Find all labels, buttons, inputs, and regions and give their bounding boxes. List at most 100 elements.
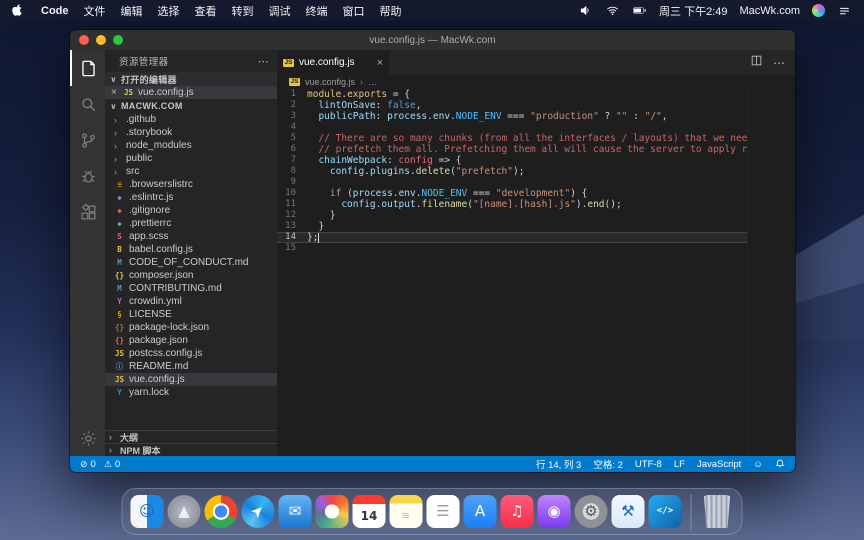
wifi-icon[interactable]	[605, 4, 620, 17]
dock-notes-icon[interactable]: ≡	[390, 495, 423, 528]
tab-close-icon[interactable]: ×	[377, 57, 383, 69]
dock-launchpad-icon[interactable]: ▲	[168, 495, 201, 528]
file-CONTRIBUTING.md[interactable]: MCONTRIBUTING.md	[105, 282, 277, 295]
siri-icon[interactable]	[812, 4, 825, 17]
menu-item[interactable]: 选择	[158, 3, 180, 19]
dock-safari-icon[interactable]: ➤	[242, 495, 275, 528]
file-postcss.config.js[interactable]: JS postcss.config.js	[105, 347, 277, 360]
menu-item[interactable]: 帮助	[380, 3, 402, 19]
menu-item[interactable]: 编辑	[121, 3, 143, 19]
file-babel.config.js[interactable]: Bbabel.config.js	[105, 243, 277, 256]
menu-item[interactable]: 调试	[269, 3, 291, 19]
errors-indicator[interactable]: ⊘ 0	[80, 459, 96, 470]
dock-app-store-icon[interactable]: A	[464, 495, 497, 528]
open-editors-header[interactable]: ∨ 打开的编辑器	[105, 72, 277, 86]
breadcrumb-more[interactable]: …	[368, 77, 377, 87]
menu-app-name[interactable]: Code	[41, 5, 69, 17]
notification-center-icon[interactable]	[837, 4, 852, 17]
eol-setting[interactable]: LF	[674, 459, 685, 470]
folder-public[interactable]: ›public	[105, 152, 277, 165]
code-editor[interactable]: 1module.exports = {2 lintOnSave: false,3…	[277, 89, 795, 254]
zoom-window-button[interactable]	[113, 35, 123, 45]
dock-system-preferences-icon[interactable]: ⚙	[575, 495, 608, 528]
minimap[interactable]	[747, 91, 795, 456]
file-LICENSE[interactable]: §LICENSE	[105, 308, 277, 321]
file-.gitignore[interactable]: ◆.gitignore	[105, 204, 277, 217]
folder-src[interactable]: ›src	[105, 165, 277, 178]
file-name: LICENSE	[129, 309, 172, 320]
file-vue.config.js[interactable]: JSvue.config.js	[105, 373, 277, 386]
menu-item[interactable]: 转到	[232, 3, 254, 19]
dock-mail-icon[interactable]: ✉	[279, 495, 312, 528]
close-window-button[interactable]	[79, 35, 89, 45]
open-editor-item[interactable]: ×JSvue.config.js	[105, 86, 277, 99]
dock-chrome-icon[interactable]	[205, 495, 238, 528]
menubar-clock[interactable]: 周三 下午2:49	[659, 3, 727, 19]
file-CODE_OF_CONDUCT.md[interactable]: MCODE_OF_CONDUCT.md	[105, 256, 277, 269]
sidebar-more-icon[interactable]: ⋯	[258, 55, 269, 68]
battery-icon[interactable]	[632, 4, 647, 17]
search-icon[interactable]	[70, 86, 105, 122]
file-.browserslistrc[interactable]: ≡.browserslistrc	[105, 178, 277, 191]
dock-calendar-icon[interactable]: 14	[353, 495, 386, 528]
window-titlebar[interactable]: vue.config.js — MacWk.com	[70, 30, 795, 50]
source-control-icon[interactable]	[70, 122, 105, 158]
line-number: 1	[277, 89, 307, 100]
warnings-indicator[interactable]: ⚠ 0	[104, 459, 120, 470]
explorer-icon[interactable]	[70, 50, 105, 86]
feedback-icon[interactable]: ☺	[753, 459, 763, 470]
volume-icon[interactable]	[578, 4, 593, 17]
menu-bar: Code 文件编辑选择查看转到调试终端窗口帮助 周三 下午2:49 MacWk.…	[0, 0, 864, 21]
menu-item[interactable]: 终端	[306, 3, 328, 19]
workspace-header[interactable]: ∨ MACWK.COM	[105, 99, 277, 113]
folder-node_modules[interactable]: ›node_modules	[105, 139, 277, 152]
file-app.scss[interactable]: Sapp.scss	[105, 230, 277, 243]
menu-item[interactable]: 窗口	[343, 3, 365, 19]
dock-photos-icon[interactable]	[316, 495, 349, 528]
code-line-6: 6 // prefetch them all. Prefetching them…	[277, 144, 795, 155]
encoding-setting[interactable]: UTF-8	[635, 459, 662, 470]
file-name: postcss.config.js	[129, 348, 202, 359]
line-number: 10	[277, 188, 307, 199]
extensions-icon[interactable]	[70, 194, 105, 230]
language-mode[interactable]: JavaScript	[697, 459, 741, 470]
notifications-bell-icon[interactable]	[775, 458, 785, 471]
apple-menu-icon[interactable]	[12, 4, 25, 17]
settings-gear-icon[interactable]	[70, 420, 105, 456]
close-icon[interactable]: ×	[111, 87, 119, 98]
tab-vue-config-js[interactable]: JS vue.config.js ×	[277, 50, 389, 75]
minimize-window-button[interactable]	[96, 35, 106, 45]
dock-music-icon[interactable]: ♫	[501, 495, 534, 528]
file-package-lock.json[interactable]: {}package-lock.json	[105, 321, 277, 334]
breadcrumb[interactable]: JS vue.config.js › …	[277, 75, 795, 89]
indentation-setting[interactable]: 空格: 2	[593, 457, 623, 471]
file-package.json[interactable]: {}package.json	[105, 334, 277, 347]
sidebar-section-NPM 脚本[interactable]: ›NPM 脚本	[105, 443, 277, 456]
breadcrumb-file[interactable]: vue.config.js	[305, 77, 355, 87]
folder-.github[interactable]: ›.github	[105, 113, 277, 126]
file-yarn.lock[interactable]: Yyarn.lock	[105, 386, 277, 399]
dock-podcasts-icon[interactable]: ◉	[538, 495, 571, 528]
file-.prettierrc[interactable]: ◆.prettierrc	[105, 217, 277, 230]
file-README.md[interactable]: ⓘREADME.md	[105, 360, 277, 373]
file-type-icon: JS	[114, 349, 125, 358]
file-.eslintrc.js[interactable]: ◆.eslintrc.js	[105, 191, 277, 204]
menu-items: 文件编辑选择查看转到调试终端窗口帮助	[84, 3, 402, 19]
file-crowdin.yml[interactable]: Ycrowdin.yml	[105, 295, 277, 308]
file-type-icon: Y	[114, 388, 125, 397]
menu-item[interactable]: 查看	[195, 3, 217, 19]
editor-more-icon[interactable]: ⋯	[773, 56, 785, 70]
dock-xcode-icon[interactable]: ⚒	[612, 495, 645, 528]
dock-trash-icon[interactable]	[701, 495, 734, 528]
chevron-right-icon: ›	[114, 115, 122, 125]
debug-icon[interactable]	[70, 158, 105, 194]
dock-vscode-icon[interactable]: </>	[649, 495, 682, 528]
dock-finder-icon[interactable]: ☺	[131, 495, 164, 528]
file-composer.json[interactable]: {}composer.json	[105, 269, 277, 282]
sidebar-section-大纲[interactable]: ›大纲	[105, 430, 277, 443]
cursor-position[interactable]: 行 14, 列 3	[536, 457, 581, 471]
split-editor-icon[interactable]	[750, 54, 763, 72]
menu-item[interactable]: 文件	[84, 3, 106, 19]
folder-.storybook[interactable]: ›.storybook	[105, 126, 277, 139]
dock-reminders-icon[interactable]: ☰	[427, 495, 460, 528]
